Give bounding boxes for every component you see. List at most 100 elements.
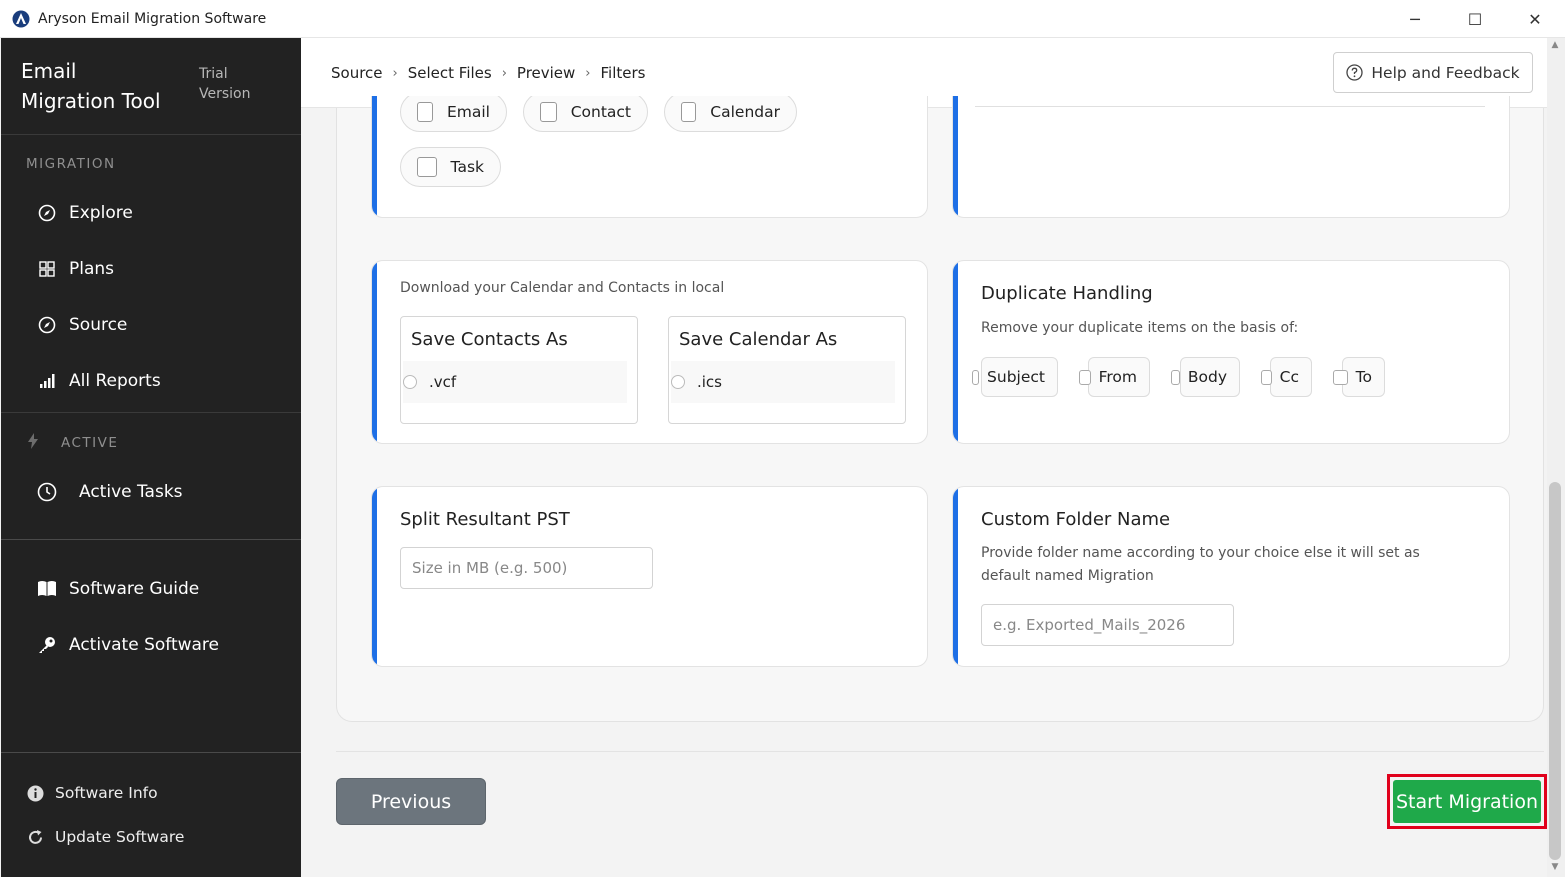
bar-chart-icon xyxy=(37,371,57,391)
date-filter-card xyxy=(952,96,1510,218)
ics-option[interactable]: .ics xyxy=(671,361,895,403)
sidebar-item-label: Activate Software xyxy=(69,635,220,655)
input-edge xyxy=(975,106,1485,107)
sidebar-item-update-software[interactable]: Update Software xyxy=(25,824,184,850)
sidebar-divider xyxy=(1,539,301,540)
migration-section-label: MIGRATION xyxy=(26,156,116,172)
title-bar: Aryson Email Migration Software ─ ☐ ✕ xyxy=(0,0,1565,38)
duplicate-subtitle: Remove your duplicate items on the basis… xyxy=(981,320,1299,336)
help-feedback-label: Help and Feedback xyxy=(1371,63,1520,82)
sidebar-item-label: Explore xyxy=(69,203,133,223)
book-icon xyxy=(37,579,57,599)
active-section-label: ACTIVE xyxy=(61,435,119,451)
compass-icon xyxy=(37,315,57,335)
body-checkbox[interactable]: Body xyxy=(1171,357,1240,397)
save-calendar-title: Save Calendar As xyxy=(679,329,838,350)
sidebar-item-active-tasks[interactable]: Active Tasks xyxy=(37,477,183,507)
chevron-right-icon: › xyxy=(585,65,591,81)
key-icon xyxy=(37,635,57,655)
lightning-icon xyxy=(26,433,42,449)
checkbox-box xyxy=(972,369,980,385)
maximize-button[interactable]: ☐ xyxy=(1445,0,1505,38)
item-type-card: Email Contact Calendar Task xyxy=(371,96,928,218)
sidebar-item-label: Source xyxy=(69,315,128,335)
subject-checkbox[interactable]: Subject xyxy=(972,357,1058,397)
split-pst-card: Split Resultant PST Size in MB (e.g. 500… xyxy=(371,486,928,667)
custom-folder-card: Custom Folder Name Provide folder name a… xyxy=(952,486,1510,667)
sidebar-item-label: Active Tasks xyxy=(79,482,183,502)
checkbox-box xyxy=(540,102,557,122)
breadcrumb-filters[interactable]: Filters xyxy=(601,64,646,82)
grid-icon xyxy=(37,259,57,279)
checkbox-box xyxy=(1261,369,1272,385)
sidebar-item-explore[interactable]: Explore xyxy=(37,198,133,228)
radio-circle xyxy=(671,375,685,389)
checkbox-box xyxy=(417,157,437,177)
sidebar-divider xyxy=(1,412,301,413)
window-title: Aryson Email Migration Software xyxy=(38,10,267,27)
radio-circle xyxy=(403,375,417,389)
footer-divider xyxy=(336,751,1544,752)
sidebar-item-activate-software[interactable]: Activate Software xyxy=(37,630,219,660)
help-circle-icon xyxy=(1346,64,1364,81)
checkbox-box xyxy=(1079,369,1091,385)
app-logo-icon xyxy=(12,10,30,28)
split-size-input[interactable]: Size in MB (e.g. 500) xyxy=(400,547,653,589)
contact-checkbox[interactable]: Contact xyxy=(523,96,648,132)
cc-checkbox[interactable]: Cc xyxy=(1261,357,1312,397)
brand-title: Email Migration Tool xyxy=(21,59,161,113)
sidebar-item-label: Update Software xyxy=(55,828,185,846)
sidebar-item-label: Software Guide xyxy=(69,579,200,599)
breadcrumb-preview[interactable]: Preview xyxy=(517,64,575,82)
custom-folder-title: Custom Folder Name xyxy=(981,509,1171,530)
sidebar-item-label: All Reports xyxy=(69,371,161,391)
duplicate-title: Duplicate Handling xyxy=(981,283,1153,304)
sidebar-item-software-guide[interactable]: Software Guide xyxy=(37,574,199,604)
scroll-down-icon[interactable]: ▼ xyxy=(1549,862,1561,874)
sidebar-item-plans[interactable]: Plans xyxy=(37,254,114,284)
sidebar-item-label: Plans xyxy=(69,259,115,279)
vcf-option[interactable]: .vcf xyxy=(403,361,627,403)
info-icon xyxy=(25,783,45,803)
sidebar-item-all-reports[interactable]: All Reports xyxy=(37,366,161,396)
split-title: Split Resultant PST xyxy=(400,509,570,530)
checkbox-box xyxy=(681,102,697,122)
breadcrumb: Source › Select Files › Preview › Filter… xyxy=(331,64,645,82)
to-checkbox[interactable]: To xyxy=(1333,357,1385,397)
sidebar-item-software-info[interactable]: Software Info xyxy=(25,780,158,806)
custom-folder-subtitle: Provide folder name according to your ch… xyxy=(981,545,1420,584)
checkbox-box xyxy=(1333,369,1348,385)
email-checkbox[interactable]: Email xyxy=(400,96,507,132)
sidebar-divider xyxy=(1,134,301,135)
task-checkbox[interactable]: Task xyxy=(400,147,501,187)
save-contacts-title: Save Contacts As xyxy=(411,329,568,350)
download-subtitle: Download your Calendar and Contacts in l… xyxy=(400,280,725,296)
duplicate-handling-card: Duplicate Handling Remove your duplicate… xyxy=(952,260,1510,444)
trial-version-label: Trial Version xyxy=(199,66,251,102)
help-feedback-button[interactable]: Help and Feedback xyxy=(1333,52,1533,93)
compass-icon xyxy=(37,203,57,223)
chevron-right-icon: › xyxy=(392,65,398,81)
custom-folder-input[interactable]: e.g. Exported_Mails_2026 xyxy=(981,604,1234,646)
previous-button[interactable]: Previous xyxy=(336,778,486,825)
from-checkbox[interactable]: From xyxy=(1079,357,1150,397)
checkbox-box xyxy=(1171,369,1180,385)
sidebar-item-source[interactable]: Source xyxy=(37,310,127,340)
window-controls: ─ ☐ ✕ xyxy=(1385,0,1565,38)
scrollbar-thumb[interactable] xyxy=(1549,482,1561,860)
start-migration-button[interactable]: Start Migration xyxy=(1393,780,1541,823)
minimize-button[interactable]: ─ xyxy=(1385,0,1445,38)
sidebar-divider xyxy=(1,752,301,753)
filters-panel: Email Contact Calendar Task Download you… xyxy=(336,96,1544,722)
calendar-checkbox[interactable]: Calendar xyxy=(664,96,797,132)
chevron-right-icon: › xyxy=(501,65,507,81)
close-button[interactable]: ✕ xyxy=(1505,0,1565,38)
sidebar-item-label: Software Info xyxy=(55,784,158,802)
scroll-up-icon[interactable]: ▲ xyxy=(1549,40,1561,52)
sidebar: Email Migration Tool Trial Version MIGRA… xyxy=(1,38,301,877)
breadcrumb-select-files[interactable]: Select Files xyxy=(408,64,492,82)
breadcrumb-source[interactable]: Source xyxy=(331,64,383,82)
save-contacts-box: Save Contacts As .vcf xyxy=(400,316,638,424)
refresh-icon xyxy=(25,827,45,847)
clock-icon xyxy=(37,482,57,502)
